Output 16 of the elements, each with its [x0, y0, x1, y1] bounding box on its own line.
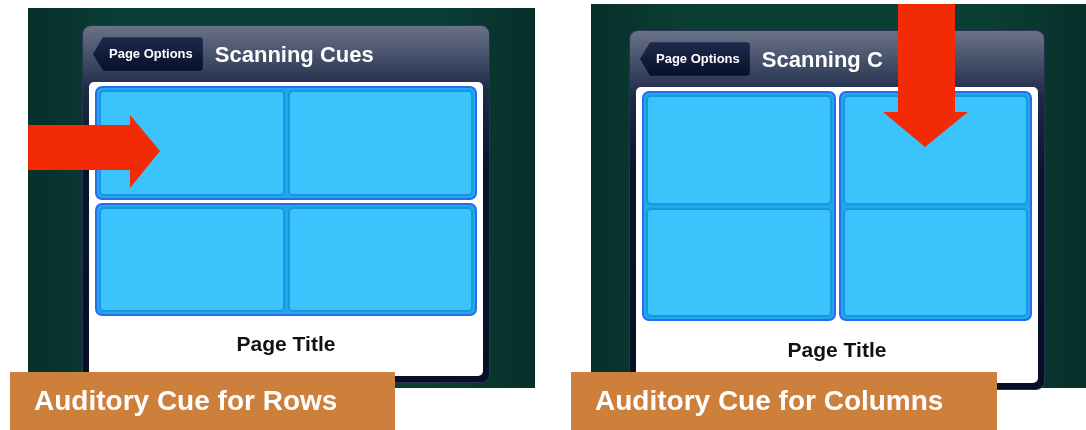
grid-cell[interactable]	[646, 207, 832, 317]
grid-cell[interactable]	[287, 206, 473, 312]
grid-cell[interactable]	[287, 90, 473, 196]
page-title: Page Title	[235, 331, 337, 358]
grid-cell[interactable]	[646, 95, 832, 205]
back-button[interactable]: Page Options	[93, 37, 203, 71]
right-arrow-icon	[28, 115, 160, 188]
back-button[interactable]: Page Options	[640, 42, 750, 76]
caption: Auditory Cue for Columns	[571, 372, 997, 430]
caption: Auditory Cue for Rows	[10, 372, 395, 430]
screen-title: Scanning Cues	[214, 40, 374, 69]
page-title: Page Title	[786, 337, 888, 364]
grid-cell[interactable]	[99, 206, 285, 312]
screen-title: Scanning C	[761, 45, 883, 74]
grid-cell[interactable]	[842, 207, 1028, 317]
down-arrow-icon	[883, 4, 968, 147]
